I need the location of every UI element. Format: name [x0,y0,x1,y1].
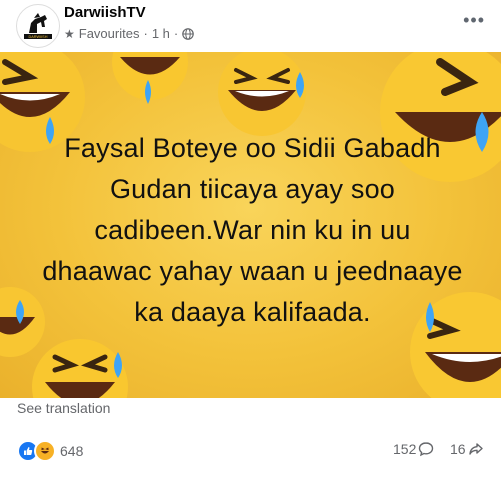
comment-count: 152 [393,441,417,457]
page-name[interactable]: DarwiishTV [64,4,146,21]
share-count: 16 [450,441,466,457]
post-header: DARWIISH DarwiishTV ★ Favourites · 1 h ·… [0,0,501,52]
star-icon: ★ [64,26,75,41]
comment-icon [419,442,434,457]
meme-caption: Faysal Boteye oo Sidii Gabadh Gudan tiic… [42,133,463,327]
more-icon[interactable]: ••• [463,10,485,31]
separator: · [143,26,148,41]
see-translation-link[interactable]: See translation [17,400,110,416]
post-image[interactable]: Faysal Boteye oo Sidii Gabadh Gudan tiic… [0,52,501,398]
reaction-icons [17,440,56,462]
laughing-emoji [218,52,306,136]
laughing-emoji [32,339,128,398]
shares-count-button[interactable]: 16 [450,441,484,457]
logo-icon: DARWIISH [24,13,52,39]
audience-label[interactable]: Favourites [79,26,140,41]
haha-reaction-icon [34,440,56,462]
globe-icon [182,27,195,40]
share-icon [468,443,483,455]
laughing-emoji [112,52,188,104]
separator: · [173,26,179,41]
svg-text:DARWIISH: DARWIISH [29,35,48,39]
post-meta: ★ Favourites · 1 h · [64,26,195,41]
comments-count-button[interactable]: 152 [393,441,434,457]
laughing-emoji [0,287,45,357]
reaction-count: 648 [60,443,84,459]
page-avatar[interactable]: DARWIISH [16,4,60,48]
post-time[interactable]: 1 h [152,26,170,41]
reactions-summary[interactable]: 648 [17,440,83,462]
